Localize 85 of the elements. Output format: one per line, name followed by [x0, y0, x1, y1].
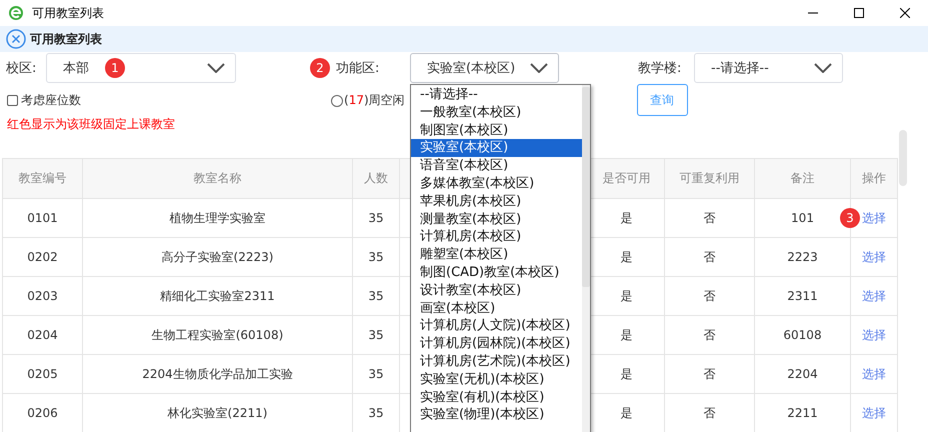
maximize-icon[interactable]	[854, 8, 864, 18]
note-text: 红色显示为该班级固定上课教室	[7, 116, 175, 133]
table-cell: 35	[353, 355, 400, 394]
dropdown-option[interactable]: 制图室(本校区)	[411, 122, 582, 140]
tab-title: 可用教室列表	[30, 30, 102, 48]
table-cell: 2211	[755, 394, 851, 432]
table-cell: 精细化工实验室2311	[83, 277, 353, 316]
table-cell: 否	[665, 277, 755, 316]
select-link[interactable]: 选择	[862, 288, 886, 304]
dropdown-option[interactable]: 实验室(本校区)	[411, 139, 582, 158]
dropdown-option[interactable]: 制图(CAD)教室(本校区)	[411, 264, 582, 282]
table-cell: 植物生理学实验室	[83, 199, 353, 238]
dropdown-option[interactable]: 实验室(物理)(本校区)	[411, 406, 582, 424]
dropdown-option[interactable]: 测量教室(本校区)	[411, 210, 582, 228]
dropdown-option[interactable]: 计算机房(人文院)(本校区)	[411, 317, 582, 336]
table-cell: 0202	[3, 238, 83, 277]
dropdown-option[interactable]: 设计教室(本校区)	[411, 282, 582, 300]
scrollbar[interactable]	[899, 130, 907, 186]
building-label: 教学楼:	[638, 60, 682, 77]
dropdown-option[interactable]: 画室(本校区)	[411, 300, 582, 318]
dropdown-option[interactable]: --请选择--	[411, 86, 582, 104]
table-cell: 35	[353, 238, 400, 277]
column-header: 人数	[353, 159, 400, 199]
table-cell: 35	[353, 277, 400, 316]
table-cell: 林化实验室(2211)	[83, 394, 353, 432]
checkbox-label: 考虑座位数	[21, 92, 81, 109]
table-cell: 否	[665, 316, 755, 355]
select-link[interactable]: 选择	[862, 404, 886, 422]
table-cell: 2204生物质化学品加工实验	[83, 355, 353, 394]
column-header: 是否可用	[589, 159, 665, 199]
table-cell: 0205	[3, 355, 83, 394]
dropdown-option[interactable]: 苹果机房(本校区)	[411, 192, 582, 211]
column-header: 教室名称	[83, 159, 353, 199]
table-cell: 60108	[755, 316, 851, 355]
dropdown-option[interactable]: 计算机房(园林院)(本校区)	[411, 335, 582, 353]
table-cell: 2204	[755, 355, 851, 394]
column-header: 教室编号	[3, 159, 83, 199]
table-cell: 2223	[755, 238, 851, 277]
dropdown-option[interactable]: 实验室(无机)(本校区)	[411, 370, 582, 389]
table-cell: 2311	[755, 277, 851, 316]
column-header: 操作	[851, 159, 898, 199]
dropdown-option[interactable]: 实验室(有机)(本校区)	[411, 388, 582, 406]
table-cell: 35	[353, 316, 400, 355]
chevron-down-icon	[814, 63, 832, 73]
table-cell: 否	[665, 238, 755, 277]
campus-label: 校区:	[6, 60, 38, 77]
scrollbar[interactable]	[582, 87, 590, 287]
table-cell: 高分子实验室(2223)	[83, 238, 353, 277]
chevron-down-icon	[530, 63, 548, 73]
step-badge: 1	[105, 58, 125, 78]
step-badge: 2	[310, 58, 330, 78]
select-link[interactable]: 选择	[862, 326, 886, 344]
chevron-down-icon	[207, 63, 225, 73]
dropdown-option[interactable]: 多媒体教室(本校区)	[411, 174, 582, 193]
table-cell: 0204	[3, 316, 83, 355]
table-cell: 否	[665, 394, 755, 432]
close-icon[interactable]	[900, 8, 910, 18]
table-cell: 否	[665, 199, 755, 238]
table-cell: 0101	[3, 199, 83, 238]
column-header: 可重复利用	[665, 159, 755, 199]
campus-select[interactable]: 本部 1	[46, 53, 236, 83]
select-link[interactable]: 选择	[862, 248, 886, 266]
checkbox[interactable]	[7, 95, 18, 106]
dropdown-option[interactable]: 雕塑室(本校区)	[411, 246, 582, 264]
column-header: 备注	[755, 159, 851, 199]
dropdown-option[interactable]: 计算机房(艺术院)(本校区)	[411, 352, 582, 371]
select-link[interactable]: 选择	[862, 366, 886, 382]
step-badge: 3	[840, 208, 860, 228]
table-cell: 生物工程实验室(60108)	[83, 316, 353, 355]
building-select[interactable]: --请选择--	[694, 53, 843, 83]
radio-label: (17)周空闲	[344, 92, 405, 109]
window-title: 可用教室列表	[32, 4, 105, 22]
select-link[interactable]: 选择	[862, 210, 886, 226]
function-area-label: 功能区:	[336, 60, 380, 77]
table-cell: 35	[353, 199, 400, 238]
dropdown-option[interactable]: 一般教室(本校区)	[411, 104, 582, 122]
table-cell: 0206	[3, 394, 83, 432]
table-cell: 否	[665, 355, 755, 394]
app-logo-icon	[8, 5, 24, 21]
table-cell: 0203	[3, 277, 83, 316]
table-cell: 35	[353, 394, 400, 432]
dropdown-option[interactable]: 语音室(本校区)	[411, 157, 582, 175]
function-area-select[interactable]: 实验室(本校区)	[410, 53, 559, 83]
dropdown-option[interactable]: 计算机房(本校区)	[411, 228, 582, 246]
radio-button[interactable]	[331, 94, 343, 106]
